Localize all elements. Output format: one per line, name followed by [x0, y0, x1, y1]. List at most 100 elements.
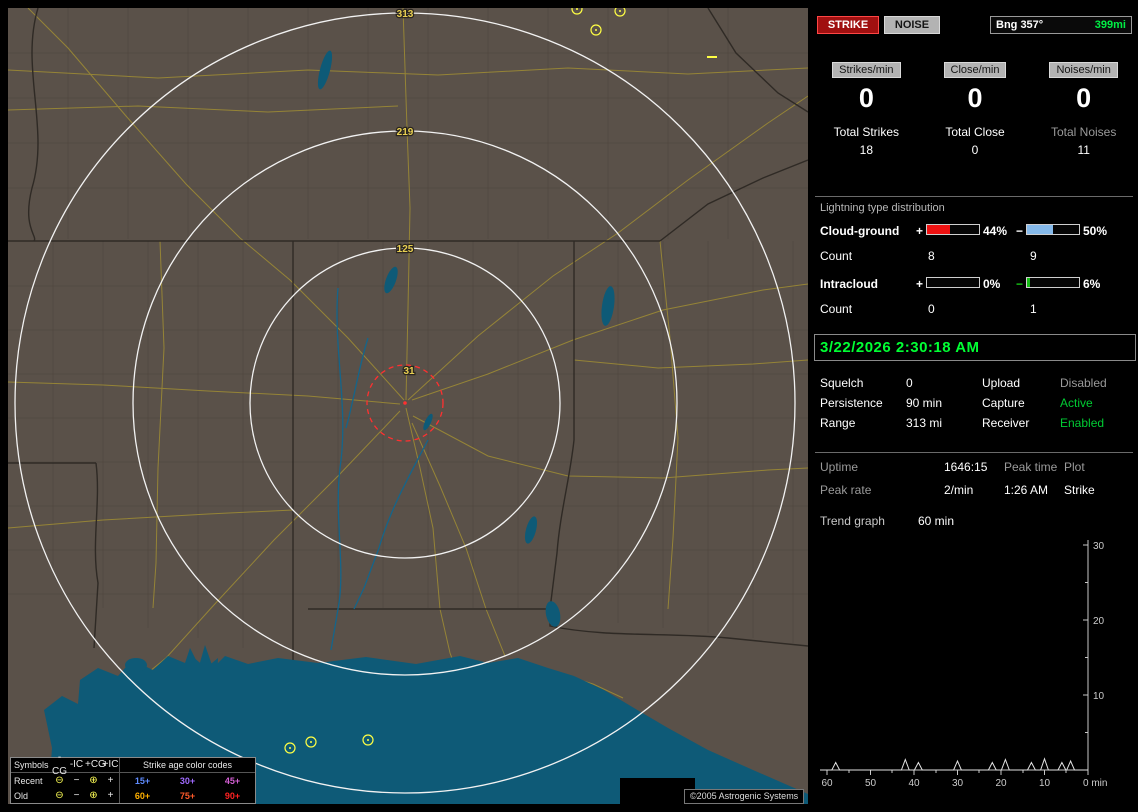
divider [815, 452, 1133, 453]
receiver-label: Receiver [982, 416, 1030, 430]
old-age-codes: 60+ 75+ 90+ [119, 788, 255, 803]
noises-column: Noises/min 0 Total Noises 11 [1029, 62, 1138, 157]
x-tick-50: 50 [865, 778, 877, 789]
strikes-column: Strikes/min 0 Total Strikes 18 [812, 62, 921, 157]
total-noises-label: Total Noises [1050, 125, 1117, 139]
strike-mode-button[interactable]: STRIKE [817, 16, 879, 34]
range-value: 313 mi [906, 416, 943, 430]
x-tick-0-min: 0 min [1083, 778, 1107, 789]
stats-row: Peak rate 2/min 1:26 AM Strike [812, 483, 1138, 499]
settings-row: Squelch 0 Upload Disabled [812, 376, 1138, 392]
neg-ic-symbol-icon: − [73, 774, 80, 786]
neg-cg-symbol-icon: ⊖ [55, 774, 64, 786]
ic-minus-bar [1026, 277, 1080, 288]
settings-row: Range 313 mi Receiver Enabled [812, 416, 1138, 432]
strikes-per-min-chip[interactable]: Strikes/min [832, 62, 901, 78]
capture-label: Capture [982, 396, 1025, 410]
intracloud-row: Intracloud + 0% − 6% [812, 277, 1138, 291]
lightning-map[interactable]: 313 219 125 31 [8, 8, 808, 804]
graph-axes [820, 540, 1089, 775]
distribution-title: Lightning type distribution [820, 202, 945, 214]
age-90: 90+ [224, 790, 241, 801]
ic-count-row: Count 0 1 [812, 302, 1138, 316]
trend-graph-label: Trend graph [820, 514, 885, 528]
legend-old-label: Old [14, 790, 29, 801]
cloud-ground-row: Cloud-ground + 44% − 50% [812, 224, 1138, 238]
neg-ic-symbol-icon: − [73, 789, 80, 801]
ic-plus-bar [926, 277, 980, 288]
cg-plus-percent: 44% [983, 224, 1008, 238]
map-legend: Symbols -CG -IC +CG +IC Strike age color… [10, 752, 256, 804]
x-tick-60: 60 [821, 778, 833, 789]
trend-graph-row: Trend graph 60 min [812, 514, 1138, 530]
uptime-label: Uptime [820, 460, 859, 474]
total-noises-value: 11 [1077, 143, 1090, 157]
persistence-value: 90 min [906, 396, 943, 410]
peak-rate-value: 2/min [944, 483, 974, 497]
y-tick-10: 10 [1093, 691, 1105, 702]
age-45: 45+ [224, 775, 241, 786]
close-column: Close/min 0 Total Close 0 [921, 62, 1030, 157]
squelch-label: Squelch [820, 376, 864, 390]
total-strikes-label: Total Strikes [833, 125, 900, 139]
capture-status: Active [1060, 396, 1093, 410]
upload-status: Disabled [1060, 376, 1107, 390]
range-label-31: 31 [403, 366, 415, 377]
graph-tick-labels: 30 20 10 60 50 40 30 20 10 0 min [821, 541, 1107, 789]
bearing-display: Bng 357° 399mi [990, 16, 1132, 34]
minus-sign: − [1016, 277, 1024, 291]
cg-minus-percent: 50% [1083, 224, 1108, 238]
plus-sign: + [916, 224, 924, 238]
noises-per-min-chip[interactable]: Noises/min [1049, 62, 1118, 78]
bearing-distance: 399mi [1094, 19, 1126, 31]
peak-rate-label: Peak rate [820, 483, 872, 497]
persistence-label: Persistence [820, 396, 883, 410]
ic-plus-count: 0 [928, 302, 935, 316]
legend-age-title: Strike age color codes [119, 758, 255, 772]
range-label-125: 125 [397, 244, 414, 255]
bearing-value: Bng 357° [996, 19, 1044, 31]
close-per-min-chip[interactable]: Close/min [943, 62, 1007, 78]
peak-time-value: 1:26 AM [1004, 483, 1049, 497]
count-label: Count [820, 302, 853, 316]
count-label: Count [820, 249, 853, 263]
datetime-display: 3/22/2026 2:30:18 AM [814, 334, 1136, 361]
age-75: 75+ [179, 790, 196, 801]
x-tick-10: 10 [1039, 778, 1051, 789]
x-tick-30: 30 [952, 778, 964, 789]
cg-minus-count: 9 [1030, 249, 1037, 263]
x-tick-20: 20 [995, 778, 1007, 789]
stats-row: Uptime 1646:15 Peak time Plot [812, 460, 1138, 476]
noise-mode-button[interactable]: NOISE [884, 16, 940, 34]
total-close-label: Total Close [945, 125, 1005, 139]
trend-graph: 30 20 10 60 50 40 30 20 10 0 min [820, 540, 1107, 789]
cg-plus-bar [926, 224, 980, 235]
trend-window-value: 60 min [918, 514, 955, 528]
strikes-per-min-value: 0 [858, 83, 874, 113]
plot-value: Strike [1064, 483, 1095, 497]
settings-row: Persistence 90 min Capture Active [812, 396, 1138, 412]
receiver-location-dot [403, 401, 407, 405]
y-tick-20: 20 [1093, 616, 1105, 627]
minus-sign: − [1016, 224, 1024, 238]
intracloud-label: Intracloud [820, 277, 879, 291]
plus-sign: + [916, 277, 924, 291]
legend-col-neg-ic: -IC [69, 759, 84, 770]
close-per-min-value: 0 [967, 83, 983, 113]
cg-count-row: Count 8 9 [812, 249, 1138, 263]
legend-header-row: Symbols -CG -IC +CG +IC Strike age color… [11, 752, 255, 777]
ic-plus-percent: 0% [983, 277, 1001, 291]
legend-col-pos-cg: +CG [85, 759, 106, 770]
range-label-219: 219 [397, 127, 414, 138]
legend-old-row: Old ⊖ − ⊕ + 60+ 75+ 90+ [11, 788, 255, 803]
divider [815, 196, 1133, 197]
age-30: 30+ [179, 775, 196, 786]
legend-recent-row: Recent ⊖ − ⊕ + 15+ 30+ 45+ [11, 773, 255, 788]
copyright-notice: ©2005 Astrogenic Systems [684, 789, 805, 804]
rate-counters: Strikes/min 0 Total Strikes 18 Close/min… [812, 62, 1138, 157]
pos-cg-symbol-icon: ⊕ [89, 774, 98, 786]
total-close-value: 0 [971, 143, 979, 157]
upload-label: Upload [982, 376, 1021, 390]
cloud-ground-label: Cloud-ground [820, 224, 900, 238]
neg-cg-symbol-icon: ⊖ [55, 789, 64, 801]
